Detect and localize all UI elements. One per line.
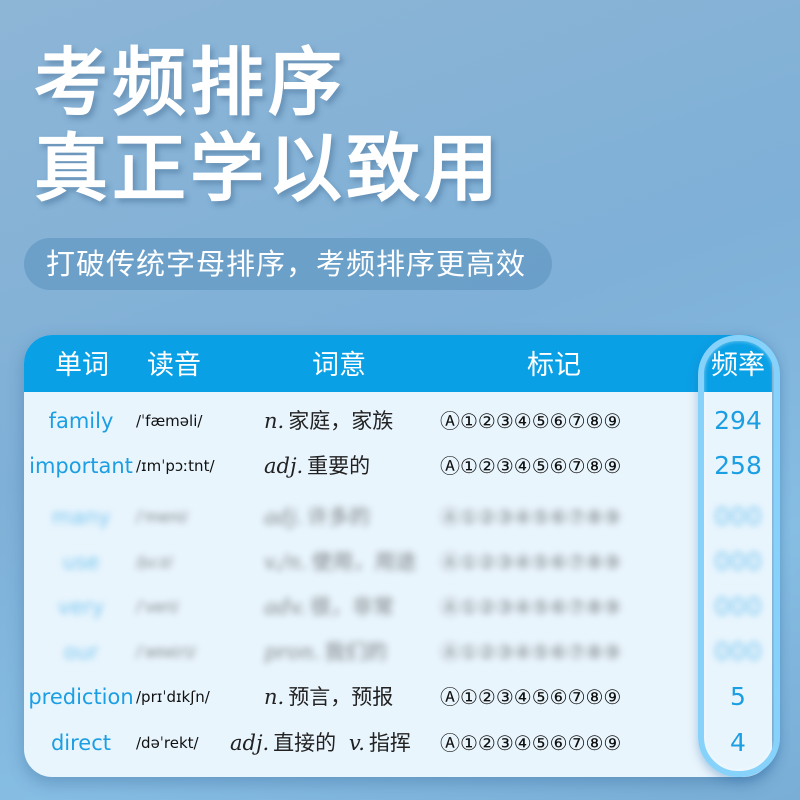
meaning-cell: n. 家庭，家族 (264, 399, 393, 443)
word-cell: our (63, 640, 99, 664)
meaning-cell: adj. 重要的 (264, 444, 370, 488)
part-of-speech: n. (264, 685, 285, 709)
phonetic-cell: /ɪmˈpɔːtnt/ (136, 457, 215, 475)
marks-checkboxes: Ⓐ①②③④⑤⑥⑦⑧⑨ (440, 640, 622, 664)
header-marks: 标记 (527, 350, 581, 381)
meaning-text: 指挥 (368, 731, 411, 755)
table-row: many/ˈmeni/adj. 许多的 Ⓐ①②③④⑤⑥⑦⑧⑨ 000 (24, 495, 772, 539)
header-meaning: 词意 (312, 350, 366, 381)
word-cell: many (51, 505, 111, 529)
frequency-value: 000 (714, 637, 762, 666)
meaning-cell: v./n. 使用，用途 (264, 540, 416, 584)
phonetic-cell: /ˈaʊə(r)/ (136, 643, 196, 661)
part-of-speech: n. (264, 409, 285, 433)
frequency-value: 4 (730, 728, 746, 757)
meaning-text: 我们的 (324, 640, 388, 664)
part-of-speech: adj. (230, 731, 270, 755)
marks-checkboxes: Ⓐ①②③④⑤⑥⑦⑧⑨ (440, 685, 622, 709)
marks-checkboxes: Ⓐ①②③④⑤⑥⑦⑧⑨ (440, 595, 622, 619)
part-of-speech: adv. (264, 595, 307, 619)
subtitle-pill: 打破传统字母排序，考频排序更高效 (24, 238, 552, 290)
part-of-speech: v. (342, 731, 365, 755)
meaning-cell: pron. 我们的 (264, 630, 387, 674)
phonetic-cell: /ˈveri/ (136, 598, 179, 616)
meaning-cell: adv. 很，非常 (264, 585, 394, 629)
frequency-value: 000 (714, 592, 762, 621)
header-word: 单词 (55, 350, 109, 381)
meaning-text: 很，非常 (310, 595, 395, 619)
meaning-text: 使用，用途 (311, 550, 417, 574)
word-cell: direct (50, 731, 112, 755)
table-row: family/ˈfæməli/n. 家庭，家族 Ⓐ①②③④⑤⑥⑦⑧⑨ 294 (24, 399, 772, 443)
word-cell: use (62, 550, 100, 574)
frequency-value: 258 (714, 451, 762, 480)
table-row: our/ˈaʊə(r)/ pron. 我们的 Ⓐ①②③④⑤⑥⑦⑧⑨ 000 (24, 630, 772, 674)
word-cell: prediction (28, 685, 134, 709)
marks-checkboxes: Ⓐ①②③④⑤⑥⑦⑧⑨ (440, 731, 622, 755)
meaning-text: 许多的 (307, 505, 371, 529)
meaning-text: 直接的 (273, 731, 337, 755)
meaning-cell: adj. 许多的 (264, 495, 370, 539)
meaning-text: 家庭，家族 (288, 409, 394, 433)
table-header: 单词 读音 词意 标记 频率 (24, 335, 772, 392)
header-frequency: 频率 (711, 350, 765, 381)
phonetic-cell: /prɪˈdɪkʃn/ (136, 688, 210, 706)
header-phonetic: 读音 (147, 350, 201, 381)
part-of-speech: adj. (264, 454, 304, 478)
table-row: important/ɪmˈpɔːtnt/adj. 重要的 Ⓐ①②③④⑤⑥⑦⑧⑨ 258 (24, 444, 772, 488)
frequency-value: 000 (714, 502, 762, 531)
frequency-value: 294 (714, 406, 762, 435)
headline-line-2: 真正学以致用 (34, 126, 502, 212)
phonetic-cell: /ˈmeni/ (136, 508, 188, 526)
part-of-speech: v./n. (264, 550, 308, 574)
headline: 考频排序 真正学以致用 (34, 40, 502, 212)
word-cell: very (57, 595, 105, 619)
table-row: use/juːz/v./n. 使用，用途 Ⓐ①②③④⑤⑥⑦⑧⑨ 000 (24, 540, 772, 584)
word-cell: family (48, 409, 114, 433)
marks-checkboxes: Ⓐ①②③④⑤⑥⑦⑧⑨ (440, 454, 622, 478)
marks-checkboxes: Ⓐ①②③④⑤⑥⑦⑧⑨ (440, 409, 622, 433)
meaning-text: 重要的 (307, 454, 371, 478)
phonetic-cell: /juːz/ (136, 553, 173, 571)
meaning-text: 预言，预报 (288, 685, 394, 709)
meaning-cell: adj. 直接的 v. 指挥 (230, 721, 411, 765)
table-row: prediction/prɪˈdɪkʃn/n. 预言，预报 Ⓐ①②③④⑤⑥⑦⑧⑨ 5 (24, 675, 772, 719)
table-row: direct/dəˈrekt/adj. 直接的 v. 指挥 Ⓐ①②③④⑤⑥⑦⑧⑨ 4 (24, 721, 772, 765)
frequency-value: 000 (714, 547, 762, 576)
word-cell: important (29, 454, 133, 478)
frequency-value: 5 (730, 682, 746, 711)
table-row: very/ˈveri/adv. 很，非常 Ⓐ①②③④⑤⑥⑦⑧⑨ 000 (24, 585, 772, 629)
vocabulary-table: 单词 读音 词意 标记 频率 family/ˈfæməli/n. 家庭，家族 Ⓐ①②… (24, 335, 772, 777)
headline-line-1: 考频排序 (34, 40, 346, 126)
phonetic-cell: /ˈfæməli/ (136, 412, 203, 430)
part-of-speech: adj. (264, 505, 304, 529)
marks-checkboxes: Ⓐ①②③④⑤⑥⑦⑧⑨ (440, 505, 622, 529)
part-of-speech: pron. (264, 640, 321, 664)
meaning-cell: n. 预言，预报 (264, 675, 393, 719)
marks-checkboxes: Ⓐ①②③④⑤⑥⑦⑧⑨ (440, 550, 622, 574)
